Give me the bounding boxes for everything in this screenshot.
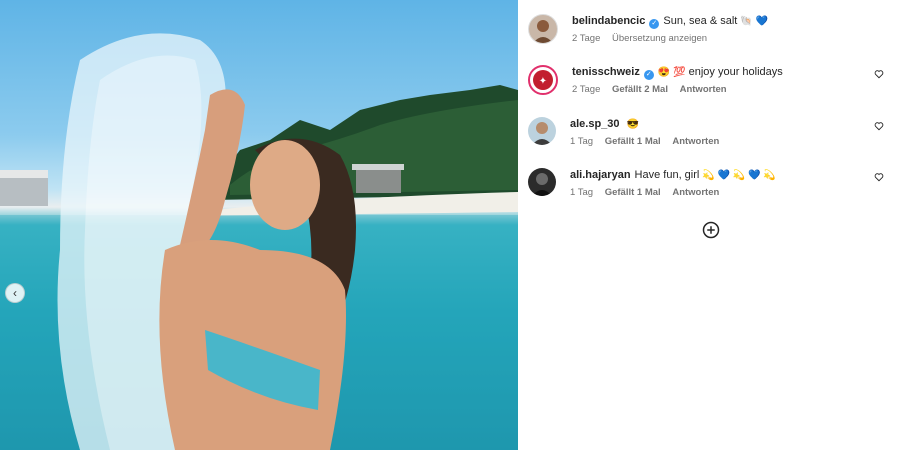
avatar[interactable]: ✦ — [528, 65, 558, 95]
caption-text: Sun, sea & salt — [663, 15, 738, 27]
comment-likes[interactable]: Gefällt 1 Mal — [605, 136, 661, 147]
caption-emoji: 🐚 💙 — [740, 16, 769, 27]
comment-author[interactable]: ale.sp_30 — [570, 118, 620, 130]
comments-panel: belindabencic ✓ Sun, sea & salt 🐚 💙 2 Tage… — [518, 0, 900, 450]
reply-button[interactable]: Antworten — [672, 187, 719, 198]
photo-scene — [0, 33, 518, 450]
previous-image-button[interactable]: ‹ — [5, 283, 25, 303]
comment-likes[interactable]: Gefällt 1 Mal — [605, 187, 661, 198]
reply-button[interactable]: Antworten — [672, 136, 719, 147]
comment-likes[interactable]: Gefällt 2 Mal — [612, 84, 668, 95]
heart-icon[interactable] — [874, 172, 884, 182]
comment-emoji: 😍 💯 — [657, 67, 686, 78]
comment-text: Have fun, girl — [634, 169, 700, 181]
comment-emoji: 😎 — [626, 119, 640, 130]
avatar[interactable] — [528, 168, 556, 196]
avatar-image — [532, 173, 552, 196]
comment-time[interactable]: 2 Tage — [572, 84, 600, 95]
avatar-image: ✦ — [533, 70, 553, 90]
heart-icon[interactable] — [874, 121, 884, 131]
heart-icon[interactable] — [874, 69, 884, 79]
reply-button[interactable]: Antworten — [680, 84, 727, 95]
comment-emoji: 💫 💙 💫 💙 💫 — [702, 170, 776, 181]
comment-item: ale.sp_30 😎 1 Tag Gefällt 1 Mal Antworte… — [528, 117, 890, 148]
verified-icon: ✓ — [643, 70, 654, 80]
post-caption: belindabencic ✓ Sun, sea & salt 🐚 💙 2 Tage… — [528, 14, 890, 45]
avatar[interactable] — [528, 117, 556, 145]
svg-text:✦: ✦ — [539, 76, 547, 87]
post-photo: ‹ — [0, 0, 518, 450]
comment-item: ✦ tenisschweiz ✓ 😍 💯 enjoy your holidays 2… — [528, 65, 890, 96]
chevron-left-icon: ‹ — [13, 286, 17, 300]
caption-author[interactable]: belindabencic — [572, 15, 645, 27]
avatar-image — [532, 122, 552, 145]
verified-icon: ✓ — [649, 19, 660, 29]
translate-link[interactable]: Übersetzung anzeigen — [612, 33, 707, 44]
avatar[interactable] — [528, 14, 558, 44]
comment-time[interactable]: 1 Tag — [570, 136, 593, 147]
avatar-image — [533, 20, 553, 43]
comment-time[interactable]: 1 Tag — [570, 187, 593, 198]
comment-author[interactable]: tenisschweiz — [572, 66, 640, 78]
caption-time[interactable]: 2 Tage — [572, 33, 600, 44]
comment-item: ali.hajaryan Have fun, girl 💫 💙 💫 💙 💫 1 T… — [528, 168, 890, 199]
post-viewer: ‹ belindabencic ✓ Sun, sea & salt 🐚 💙 2 Ta… — [0, 0, 900, 450]
comment-author[interactable]: ali.hajaryan — [570, 169, 631, 181]
plus-circle-icon[interactable] — [702, 221, 720, 239]
comment-text: enjoy your holidays — [688, 66, 783, 78]
